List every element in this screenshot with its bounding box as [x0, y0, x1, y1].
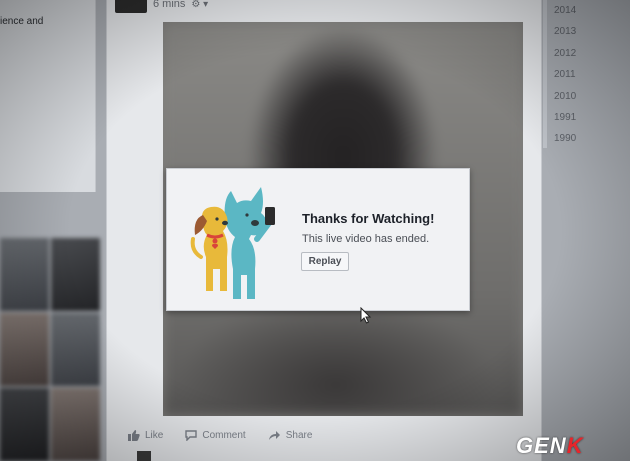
left-sidebar-card: ience and [0, 0, 96, 192]
photo-thumbnail[interactable] [0, 313, 49, 386]
avatar [137, 451, 151, 461]
comment-label: Comment [202, 429, 246, 441]
year-timeline: 2014 2013 2012 2011 2010 1991 1990 [554, 4, 576, 154]
like-label: Like [145, 429, 164, 441]
timeline-scroll-rail[interactable] [543, 0, 547, 148]
photo-thumbnail[interactable] [51, 238, 100, 311]
share-label: Share [285, 429, 313, 441]
genk-watermark-logo: GENK [516, 433, 584, 459]
left-photo-grid [0, 238, 100, 461]
dialog-title: Thanks for Watching! [302, 211, 435, 226]
timeline-year-2013[interactable]: 2013 [554, 25, 576, 46]
timeline-year-2014[interactable]: 2014 [554, 4, 576, 25]
timeline-year-2010[interactable]: 2010 [554, 90, 576, 111]
gear-icon[interactable]: ⚙ ▾ [191, 0, 208, 10]
timeline-year-1990[interactable]: 1990 [554, 132, 576, 153]
dogs-selfie-illustration [190, 187, 275, 299]
avatar[interactable] [115, 0, 147, 13]
thumbs-up-icon [128, 430, 140, 441]
replay-button[interactable]: Replay [301, 252, 349, 271]
timeline-year-2012[interactable]: 2012 [554, 47, 576, 68]
video-ended-dialog: Thanks for Watching! This live video has… [166, 168, 470, 311]
timeline-year-2011[interactable]: 2011 [554, 68, 576, 89]
post-header: 6 mins ⚙ ▾ [115, 0, 208, 14]
photo-thumbnail[interactable] [51, 388, 100, 461]
photo-thumbnail[interactable] [51, 313, 100, 386]
photo-thumbnail[interactable] [0, 388, 49, 461]
timeline-year-1991[interactable]: 1991 [554, 111, 576, 132]
mouse-pointer-icon [360, 307, 372, 324]
comment-icon [185, 429, 198, 441]
left-card-text: ience and [0, 16, 44, 27]
dialog-message: This live video has ended. [302, 233, 430, 245]
watermark-accent-text: K [566, 433, 584, 458]
share-arrow-icon [268, 430, 280, 440]
comment-button[interactable]: Comment [185, 429, 246, 441]
watermark-main-text: GEN [516, 433, 567, 458]
post-timestamp[interactable]: 6 mins [153, 0, 185, 10]
share-button[interactable]: Share [268, 429, 313, 441]
like-button[interactable]: Like [127, 429, 163, 441]
photo-thumbnail[interactable] [0, 238, 49, 311]
post-action-bar: Like Comment Share [127, 425, 312, 445]
